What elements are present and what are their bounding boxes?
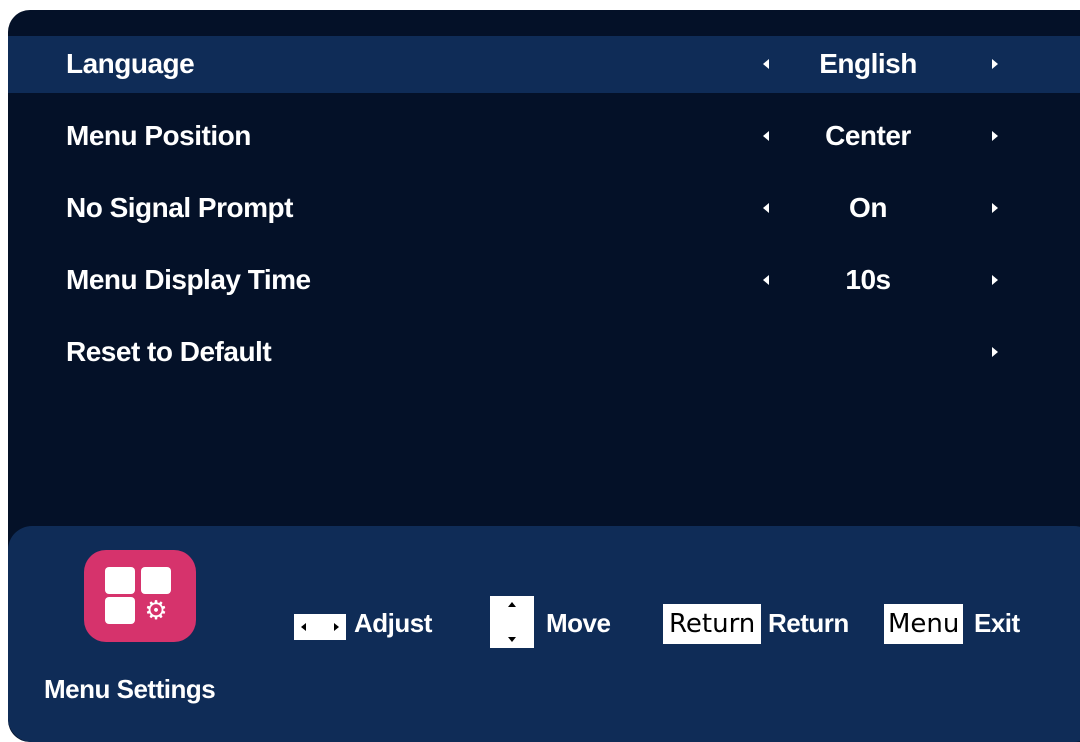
setting-value: 10s (845, 264, 891, 295)
setting-row-menu-display-time[interactable]: Menu Display Time 10s (8, 252, 1080, 309)
move-hint: Move (546, 608, 611, 638)
menu-settings-icon: ⚙ (84, 550, 196, 642)
setting-value: English (819, 48, 917, 79)
setting-row-language[interactable]: Language English (8, 36, 1080, 93)
arrow-left-icon[interactable] (763, 59, 769, 69)
arrow-right-icon[interactable] (992, 59, 998, 69)
setting-value: Center (825, 120, 911, 151)
grid-square-icon (105, 567, 135, 594)
setting-row-menu-position[interactable]: Menu Position Center (8, 108, 1080, 165)
arrow-down-icon (508, 637, 516, 642)
settings-list: Language English Menu Position Center No… (8, 36, 1080, 396)
arrow-left-icon[interactable] (763, 131, 769, 141)
adjust-hint: Adjust (354, 608, 432, 638)
footer-title: Menu Settings (44, 674, 216, 704)
setting-row-no-signal-prompt[interactable]: No Signal Prompt On (8, 180, 1080, 237)
return-hint: Return (768, 608, 849, 638)
setting-row-reset-to-default[interactable]: Reset to Default (8, 324, 1080, 381)
grid-square-icon (105, 597, 135, 624)
arrow-right-icon[interactable] (992, 275, 998, 285)
exit-hint: Exit (974, 608, 1020, 638)
arrow-up-icon (508, 602, 516, 607)
arrow-left-icon (301, 623, 306, 631)
arrow-right-icon (334, 623, 339, 631)
setting-value: On (849, 192, 887, 223)
footer-bar: ⚙ Menu Settings Adjust Move Return Retur… (8, 526, 1080, 742)
arrow-left-icon[interactable] (763, 275, 769, 285)
setting-label: No Signal Prompt (66, 192, 293, 223)
grid-square-icon (141, 567, 171, 594)
arrow-right-icon[interactable] (992, 131, 998, 141)
osd-menu-panel: Language English Menu Position Center No… (8, 10, 1080, 742)
gear-icon: ⚙ (144, 595, 168, 625)
return-key: Return (663, 604, 762, 644)
menu-key: Menu (884, 604, 964, 644)
setting-label: Language (66, 48, 195, 79)
setting-label: Reset to Default (66, 336, 272, 367)
left-right-key-icon (294, 614, 346, 640)
arrow-right-icon[interactable] (992, 347, 998, 357)
setting-label: Menu Position (66, 120, 251, 151)
setting-label: Menu Display Time (66, 264, 311, 295)
arrow-right-icon[interactable] (992, 203, 998, 213)
arrow-left-icon[interactable] (763, 203, 769, 213)
up-down-key-icon (490, 596, 534, 648)
